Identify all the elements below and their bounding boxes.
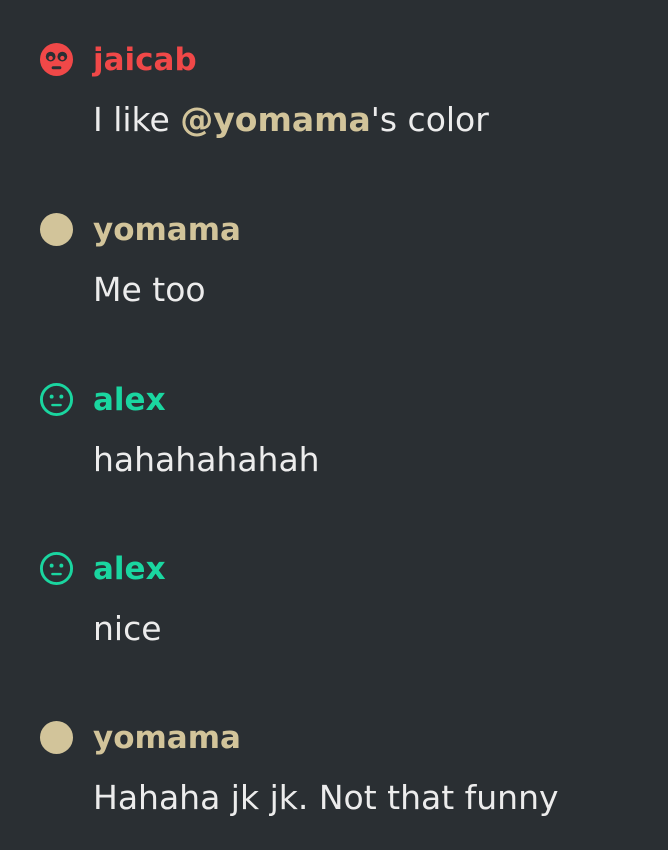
filled-circle-icon[interactable] [39, 212, 74, 247]
message-text: nice [93, 609, 162, 648]
filled-circle-icon[interactable] [39, 720, 74, 755]
chat-message: jaicab I like @yomama's color [0, 40, 668, 150]
message-author[interactable]: alex [93, 549, 166, 589]
chat-message: yomama Me too [0, 210, 668, 320]
message-text: Hahaha jk jk. Not that funny [93, 778, 559, 817]
user-mention[interactable]: @yomama [180, 100, 371, 139]
message-text-segment: I like [93, 100, 181, 139]
chat-message: yomama Hahaha jk jk. Not that funny [0, 718, 668, 828]
neutral-face-icon[interactable] [39, 382, 74, 417]
message-text: hahahahahah [93, 440, 320, 479]
message-author[interactable]: yomama [93, 718, 241, 758]
neutral-face-icon[interactable] [39, 551, 74, 586]
chat-message-list: jaicab I like @yomama's color yomama Me … [0, 0, 668, 850]
flushed-face-icon[interactable] [39, 42, 74, 77]
message-text-segment: 's color [370, 100, 489, 139]
message-text: Me too [93, 270, 206, 309]
chat-message: alex nice [0, 549, 668, 659]
message-author[interactable]: jaicab [93, 40, 197, 80]
chat-message: alex hahahahahah [0, 380, 668, 490]
message-author[interactable]: alex [93, 380, 166, 420]
message-author[interactable]: yomama [93, 210, 241, 250]
message-text: I like @yomama's color [93, 98, 489, 142]
